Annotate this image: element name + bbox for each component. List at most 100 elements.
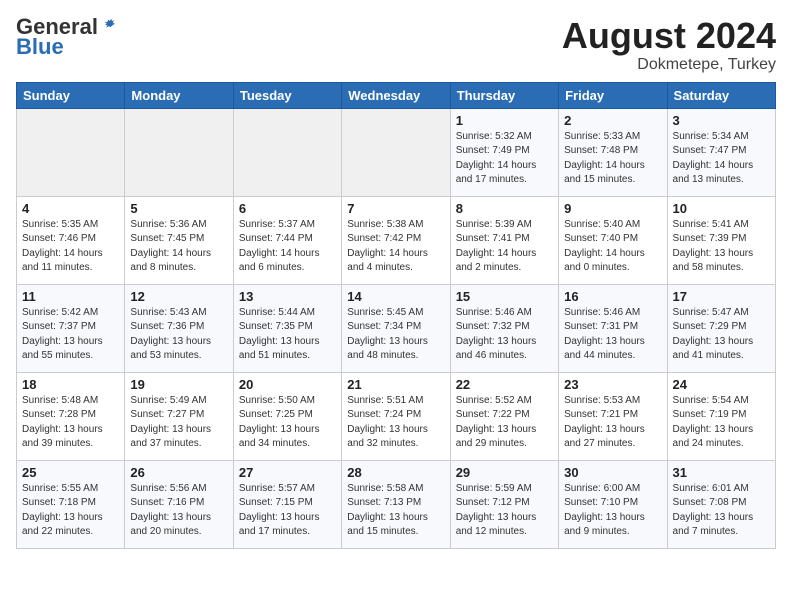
day-number: 12 [130, 289, 227, 304]
calendar-cell: 9 Sunrise: 5:40 AMSunset: 7:40 PMDaylight… [559, 196, 667, 284]
day-number: 31 [673, 465, 770, 480]
calendar-cell: 26 Sunrise: 5:56 AMSunset: 7:16 PMDayligh… [125, 460, 233, 548]
day-number: 8 [456, 201, 553, 216]
day-number: 16 [564, 289, 661, 304]
calendar-cell [17, 108, 125, 196]
day-header-tuesday: Tuesday [233, 82, 341, 108]
day-info: Sunrise: 5:44 AMSunset: 7:35 PMDaylight:… [239, 306, 336, 364]
day-info: Sunrise: 5:47 AMSunset: 7:29 PMDaylight:… [673, 306, 770, 364]
day-info: Sunrise: 5:49 AMSunset: 7:27 PMDaylight:… [130, 394, 227, 452]
calendar-cell: 16 Sunrise: 5:46 AMSunset: 7:31 PMDayligh… [559, 284, 667, 372]
page-header: General Blue August 2024 Dokmetepe, Turk… [16, 16, 776, 74]
logo: General Blue [16, 16, 118, 60]
calendar-week-row: 4 Sunrise: 5:35 AMSunset: 7:46 PMDaylight… [17, 196, 776, 284]
day-number: 4 [22, 201, 119, 216]
day-number: 21 [347, 377, 444, 392]
calendar-cell: 22 Sunrise: 5:52 AMSunset: 7:22 PMDayligh… [450, 372, 558, 460]
calendar-cell: 23 Sunrise: 5:53 AMSunset: 7:21 PMDayligh… [559, 372, 667, 460]
day-info: Sunrise: 5:50 AMSunset: 7:25 PMDaylight:… [239, 394, 336, 452]
calendar-week-row: 25 Sunrise: 5:55 AMSunset: 7:18 PMDayligh… [17, 460, 776, 548]
calendar-cell: 21 Sunrise: 5:51 AMSunset: 7:24 PMDayligh… [342, 372, 450, 460]
day-number: 19 [130, 377, 227, 392]
day-info: Sunrise: 5:56 AMSunset: 7:16 PMDaylight:… [130, 482, 227, 540]
day-info: Sunrise: 5:39 AMSunset: 7:41 PMDaylight:… [456, 218, 553, 276]
day-info: Sunrise: 5:42 AMSunset: 7:37 PMDaylight:… [22, 306, 119, 364]
calendar-cell: 5Sunrise: 5:36 AMSunset: 7:45 PMDaylight… [125, 196, 233, 284]
calendar-cell: 30 Sunrise: 6:00 AMSunset: 7:10 PMDayligh… [559, 460, 667, 548]
day-number: 25 [22, 465, 119, 480]
day-number: 7 [347, 201, 444, 216]
calendar-cell: 29Sunrise: 5:59 AMSunset: 7:12 PMDayligh… [450, 460, 558, 548]
day-number: 26 [130, 465, 227, 480]
day-number: 28 [347, 465, 444, 480]
day-info: Sunrise: 5:35 AMSunset: 7:46 PMDaylight:… [22, 218, 119, 276]
day-info: Sunrise: 5:34 AMSunset: 7:47 PMDaylight:… [673, 130, 770, 188]
calendar-cell: 12 Sunrise: 5:43 AMSunset: 7:36 PMDayligh… [125, 284, 233, 372]
calendar-cell: 28 Sunrise: 5:58 AMSunset: 7:13 PMDayligh… [342, 460, 450, 548]
calendar-cell: 15 Sunrise: 5:46 AMSunset: 7:32 PMDayligh… [450, 284, 558, 372]
day-info: Sunrise: 5:52 AMSunset: 7:22 PMDaylight:… [456, 394, 553, 452]
calendar-cell [233, 108, 341, 196]
day-info: Sunrise: 5:32 AMSunset: 7:49 PMDaylight:… [456, 130, 553, 188]
day-number: 17 [673, 289, 770, 304]
calendar-cell: 18Sunrise: 5:48 AMSunset: 7:28 PMDayligh… [17, 372, 125, 460]
day-info: Sunrise: 5:58 AMSunset: 7:13 PMDaylight:… [347, 482, 444, 540]
day-number: 24 [673, 377, 770, 392]
day-number: 22 [456, 377, 553, 392]
day-number: 15 [456, 289, 553, 304]
day-info: Sunrise: 5:40 AMSunset: 7:40 PMDaylight:… [564, 218, 661, 276]
day-info: Sunrise: 5:38 AMSunset: 7:42 PMDaylight:… [347, 218, 444, 276]
logo-blue-text: Blue [16, 34, 64, 60]
day-info: Sunrise: 5:46 AMSunset: 7:32 PMDaylight:… [456, 306, 553, 364]
day-info: Sunrise: 5:53 AMSunset: 7:21 PMDaylight:… [564, 394, 661, 452]
day-number: 13 [239, 289, 336, 304]
day-info: Sunrise: 5:41 AMSunset: 7:39 PMDaylight:… [673, 218, 770, 276]
day-info: Sunrise: 5:55 AMSunset: 7:18 PMDaylight:… [22, 482, 119, 540]
day-info: Sunrise: 5:51 AMSunset: 7:24 PMDaylight:… [347, 394, 444, 452]
calendar-cell: 14Sunrise: 5:45 AMSunset: 7:34 PMDayligh… [342, 284, 450, 372]
calendar-week-row: 11Sunrise: 5:42 AMSunset: 7:37 PMDayligh… [17, 284, 776, 372]
day-info: Sunrise: 6:01 AMSunset: 7:08 PMDaylight:… [673, 482, 770, 540]
day-number: 5 [130, 201, 227, 216]
day-number: 6 [239, 201, 336, 216]
day-header-thursday: Thursday [450, 82, 558, 108]
calendar-cell: 13 Sunrise: 5:44 AMSunset: 7:35 PMDayligh… [233, 284, 341, 372]
day-info: Sunrise: 5:37 AMSunset: 7:44 PMDaylight:… [239, 218, 336, 276]
day-number: 1 [456, 113, 553, 128]
day-number: 9 [564, 201, 661, 216]
calendar-cell: 2Sunrise: 5:33 AMSunset: 7:48 PMDaylight… [559, 108, 667, 196]
logo-bird-icon [100, 18, 118, 36]
day-number: 27 [239, 465, 336, 480]
day-number: 2 [564, 113, 661, 128]
day-info: Sunrise: 5:54 AMSunset: 7:19 PMDaylight:… [673, 394, 770, 452]
day-info: Sunrise: 5:57 AMSunset: 7:15 PMDaylight:… [239, 482, 336, 540]
calendar-header-row: SundayMondayTuesdayWednesdayThursdayFrid… [17, 82, 776, 108]
calendar-cell: 19 Sunrise: 5:49 AMSunset: 7:27 PMDayligh… [125, 372, 233, 460]
day-number: 23 [564, 377, 661, 392]
calendar-cell [342, 108, 450, 196]
calendar-table: SundayMondayTuesdayWednesdayThursdayFrid… [16, 82, 776, 549]
calendar-cell: 7 Sunrise: 5:38 AMSunset: 7:42 PMDaylight… [342, 196, 450, 284]
location-subtitle: Dokmetepe, Turkey [562, 56, 776, 74]
calendar-cell: 6 Sunrise: 5:37 AMSunset: 7:44 PMDaylight… [233, 196, 341, 284]
day-number: 3 [673, 113, 770, 128]
month-year-title: August 2024 [562, 16, 776, 56]
day-info: Sunrise: 5:48 AMSunset: 7:28 PMDaylight:… [22, 394, 119, 452]
day-header-friday: Friday [559, 82, 667, 108]
day-header-monday: Monday [125, 82, 233, 108]
calendar-cell: 1 Sunrise: 5:32 AMSunset: 7:49 PMDaylight… [450, 108, 558, 196]
calendar-cell: 8 Sunrise: 5:39 AMSunset: 7:41 PMDaylight… [450, 196, 558, 284]
calendar-cell: 10Sunrise: 5:41 AMSunset: 7:39 PMDayligh… [667, 196, 775, 284]
day-header-sunday: Sunday [17, 82, 125, 108]
calendar-week-row: 1 Sunrise: 5:32 AMSunset: 7:49 PMDaylight… [17, 108, 776, 196]
day-number: 30 [564, 465, 661, 480]
calendar-cell: 31 Sunrise: 6:01 AMSunset: 7:08 PMDayligh… [667, 460, 775, 548]
calendar-cell: 17 Sunrise: 5:47 AMSunset: 7:29 PMDayligh… [667, 284, 775, 372]
calendar-cell [125, 108, 233, 196]
day-info: Sunrise: 5:43 AMSunset: 7:36 PMDaylight:… [130, 306, 227, 364]
day-info: Sunrise: 5:45 AMSunset: 7:34 PMDaylight:… [347, 306, 444, 364]
calendar-cell: 25 Sunrise: 5:55 AMSunset: 7:18 PMDayligh… [17, 460, 125, 548]
day-info: Sunrise: 6:00 AMSunset: 7:10 PMDaylight:… [564, 482, 661, 540]
day-number: 29 [456, 465, 553, 480]
day-info: Sunrise: 5:46 AMSunset: 7:31 PMDaylight:… [564, 306, 661, 364]
